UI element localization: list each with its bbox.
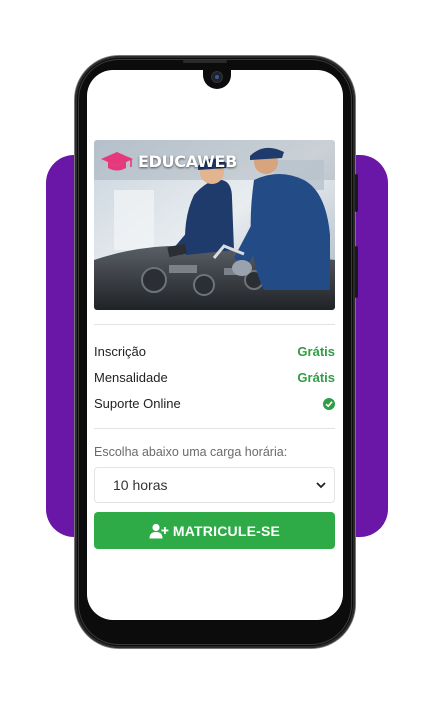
phone-volume-button <box>355 246 358 298</box>
enroll-button[interactable]: MATRICULE-SE <box>94 512 335 549</box>
phone-notch <box>203 70 231 89</box>
detail-row-mensalidade: Mensalidade Grátis <box>94 370 335 385</box>
user-plus-icon <box>149 523 169 538</box>
graduation-cap-icon <box>101 152 133 171</box>
detail-label: Mensalidade <box>94 370 168 385</box>
phone-mockup: EDUCAWEB Inscrição Grátis Mensalidade Gr… <box>75 56 358 648</box>
workload-label: Escolha abaixo uma carga horária: <box>94 445 288 459</box>
phone-power-button <box>355 174 358 212</box>
course-image: EDUCAWEB <box>94 140 335 310</box>
detail-row-inscricao: Inscrição Grátis <box>94 344 335 359</box>
phone-speaker <box>183 60 227 63</box>
workload-selected-value: 10 horas <box>113 477 168 493</box>
detail-value: Grátis <box>297 370 335 385</box>
detail-value: Grátis <box>297 344 335 359</box>
detail-label: Inscrição <box>94 344 147 359</box>
detail-label: Suporte Online <box>94 396 181 411</box>
front-camera-icon <box>212 72 222 82</box>
enroll-button-label: MATRICULE-SE <box>172 522 281 539</box>
chevron-down-icon <box>316 482 326 489</box>
phone-screen: EDUCAWEB Inscrição Grátis Mensalidade Gr… <box>87 70 343 620</box>
divider-top <box>94 324 335 325</box>
detail-row-suporte: Suporte Online <box>94 396 335 411</box>
brand-name: EDUCAWEB <box>138 151 237 171</box>
divider-bottom <box>94 428 335 429</box>
brand-logo: EDUCAWEB <box>100 150 237 172</box>
check-circle-icon <box>323 397 335 410</box>
workload-select[interactable]: 10 horas <box>94 467 335 503</box>
